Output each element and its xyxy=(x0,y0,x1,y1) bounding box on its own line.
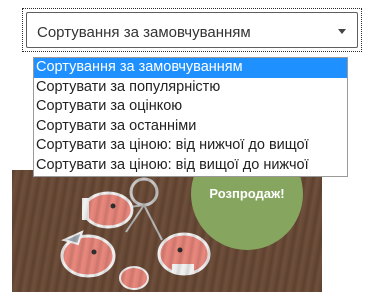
sort-option[interactable]: Сортування за замовчуванням xyxy=(34,58,347,78)
sort-option[interactable]: Сортувати за останніми xyxy=(34,117,347,137)
sort-select-inner[interactable]: Сортування за замовчуванням xyxy=(26,12,358,48)
sort-dropdown-list[interactable]: Сортування за замовчуванням Сортувати за… xyxy=(33,57,348,177)
sort-option[interactable]: Сортувати за оцінкою xyxy=(34,97,347,117)
sort-option[interactable]: Сортувати за ціною: від вищої до нижчої xyxy=(34,156,347,176)
sort-option[interactable]: Сортувати за ціною: від нижчої до вищої xyxy=(34,136,347,156)
caret-down-icon[interactable] xyxy=(338,29,346,34)
sale-badge-label: Розпродаж! xyxy=(209,186,285,201)
sort-select-value: Сортування за замовчуванням xyxy=(37,24,251,41)
sort-select[interactable]: Сортування за замовчуванням xyxy=(22,8,362,52)
sort-option[interactable]: Сортувати за популярністю xyxy=(34,78,347,98)
